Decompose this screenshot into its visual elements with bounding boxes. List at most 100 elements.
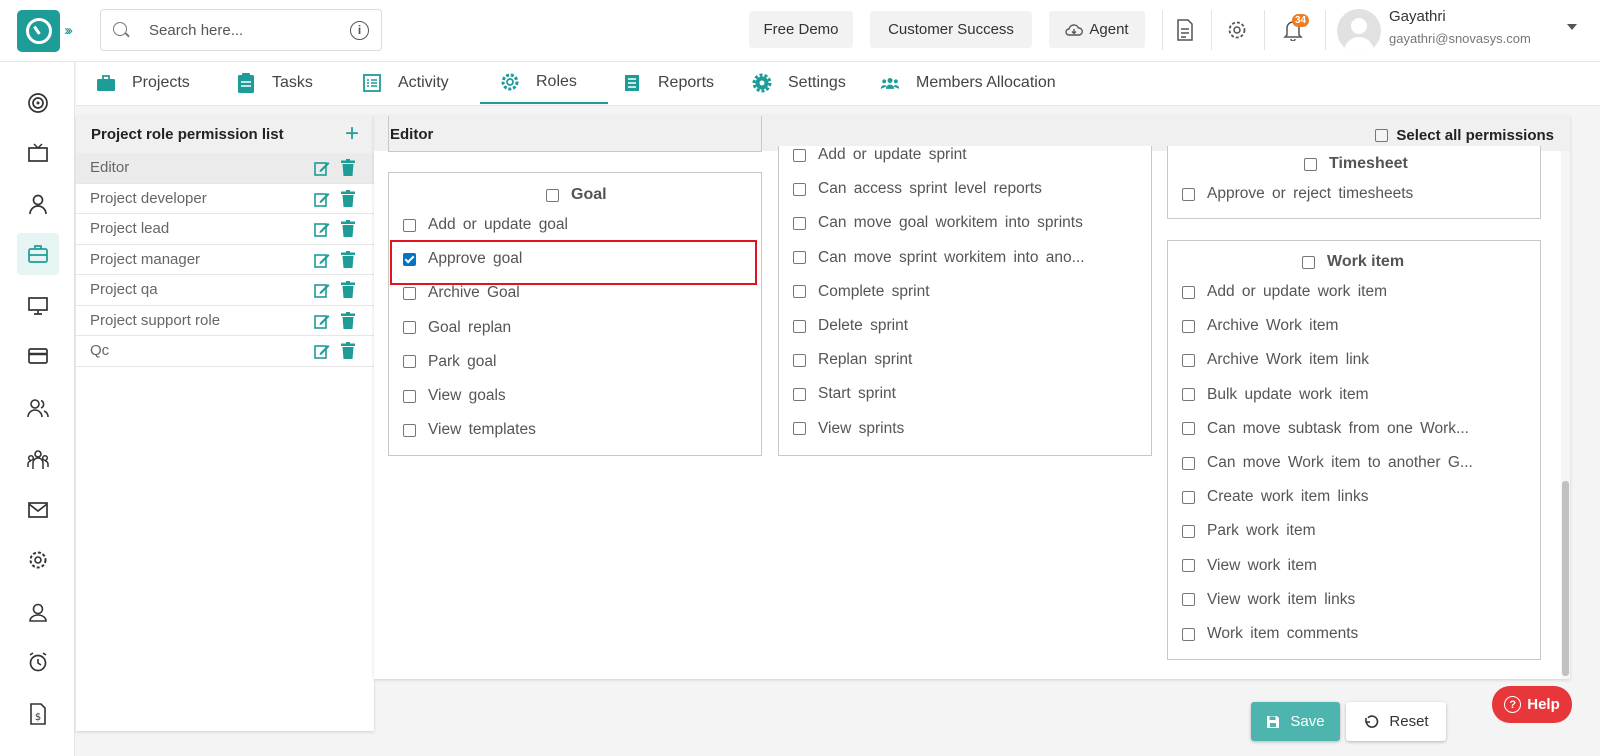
search-input[interactable]: [149, 20, 339, 40]
sidebar-item-user[interactable]: [17, 183, 59, 225]
edit-icon[interactable]: [314, 191, 330, 207]
permission-checkbox[interactable]: [403, 218, 416, 232]
permission-archive-work-item-link[interactable]: Archive Work item link: [1182, 351, 1369, 369]
tab-members-allocation[interactable]: Members Allocation: [880, 62, 1056, 104]
role-item-project-developer[interactable]: Project developer: [76, 184, 374, 214]
permission-checkbox[interactable]: [793, 387, 806, 401]
permission-can-access-sprint-level-reports[interactable]: Can access sprint level reports: [793, 180, 1042, 198]
avatar[interactable]: [1337, 9, 1381, 53]
permission-approve-or-reject-timesheets[interactable]: Approve or reject timesheets: [1182, 185, 1413, 203]
sidebar-item-settings[interactable]: [17, 539, 59, 581]
permission-can-move-sprint-workitem-into-ano[interactable]: Can move sprint workitem into ano...: [793, 249, 1085, 267]
permission-view-templates[interactable]: View templates: [403, 421, 536, 439]
tab-tasks[interactable]: Tasks: [236, 62, 313, 104]
permission-checkbox[interactable]: [1182, 422, 1195, 436]
edit-icon[interactable]: [314, 252, 330, 268]
permission-bulk-update-work-item[interactable]: Bulk update work item: [1182, 386, 1369, 404]
scrollbar[interactable]: [1561, 151, 1570, 679]
permission-checkbox[interactable]: [793, 422, 806, 436]
permission-work-item-comments[interactable]: Work item comments: [1182, 625, 1358, 643]
permission-view-goals[interactable]: View goals: [403, 387, 506, 405]
permission-checkbox[interactable]: [1182, 285, 1195, 299]
permission-checkbox[interactable]: [403, 389, 416, 403]
permission-add-or-update-sprint[interactable]: Add or update sprint: [793, 146, 967, 164]
trash-icon[interactable]: [341, 311, 355, 329]
timesheet-section-title[interactable]: Timesheet: [1304, 155, 1408, 173]
permission-can-move-work-item-to-another-g[interactable]: Can move Work item to another G...: [1182, 454, 1473, 472]
edit-icon[interactable]: [314, 160, 330, 176]
permission-add-or-update-work-item[interactable]: Add or update work item: [1182, 283, 1387, 301]
settings-gear-icon[interactable]: [1224, 17, 1250, 43]
permission-checkbox[interactable]: [793, 319, 806, 333]
select-all-permissions[interactable]: Select all permissions: [1375, 127, 1554, 144]
permission-checkbox[interactable]: [1182, 593, 1195, 607]
scroll-thumb[interactable]: [1562, 481, 1569, 676]
role-item-project-manager[interactable]: Project manager: [76, 245, 374, 275]
sidebar-item-alarm[interactable]: [17, 641, 59, 683]
document-icon[interactable]: [1172, 17, 1198, 43]
permission-checkbox[interactable]: [1182, 627, 1195, 641]
goal-section-title[interactable]: Goal: [546, 186, 607, 204]
sidebar-item-invoice[interactable]: $: [17, 693, 59, 735]
permission-goal-replan[interactable]: Goal replan: [403, 319, 511, 337]
add-role-button[interactable]: +: [345, 120, 359, 148]
permission-can-move-goal-workitem-into-sprints[interactable]: Can move goal workitem into sprints: [793, 214, 1083, 232]
edit-icon[interactable]: [314, 221, 330, 237]
permission-start-sprint[interactable]: Start sprint: [793, 385, 896, 403]
permission-checkbox[interactable]: [793, 353, 806, 367]
goal-section-checkbox[interactable]: [546, 188, 559, 202]
permission-checkbox[interactable]: [403, 286, 416, 300]
tab-reports[interactable]: Reports: [622, 62, 714, 104]
permission-delete-sprint[interactable]: Delete sprint: [793, 317, 908, 335]
permission-checkbox[interactable]: [1182, 319, 1195, 333]
info-icon[interactable]: i: [350, 21, 369, 40]
sidebar-item-monitor[interactable]: [17, 285, 59, 327]
permission-complete-sprint[interactable]: Complete sprint: [793, 283, 930, 301]
save-button[interactable]: Save: [1251, 702, 1340, 741]
permission-checkbox[interactable]: [793, 148, 806, 162]
permission-park-work-item[interactable]: Park work item: [1182, 522, 1316, 540]
expand-menu-icon[interactable]: ›››: [64, 22, 73, 39]
sidebar-item-tv[interactable]: [17, 132, 59, 174]
tab-activity[interactable]: Activity: [362, 62, 449, 104]
sidebar-item-mail[interactable]: [17, 489, 59, 531]
permission-park-goal[interactable]: Park goal: [403, 353, 496, 371]
sidebar-item-profile[interactable]: [17, 591, 59, 633]
sidebar-item-billing[interactable]: [17, 335, 59, 377]
role-item-project-lead[interactable]: Project lead: [76, 214, 374, 245]
permission-create-work-item-links[interactable]: Create work item links: [1182, 488, 1368, 506]
permission-archive-goal[interactable]: Archive Goal: [403, 284, 520, 302]
permission-view-work-item-links[interactable]: View work item links: [1182, 591, 1355, 609]
trash-icon[interactable]: [341, 159, 355, 176]
permission-can-move-subtask-from-one-work[interactable]: Can move subtask from one Work...: [1182, 420, 1469, 438]
role-item-project-qa[interactable]: Project qa: [76, 275, 374, 306]
timesheet-section-checkbox[interactable]: [1304, 157, 1317, 171]
permission-checkbox[interactable]: [403, 321, 416, 335]
permission-checkbox[interactable]: [1182, 353, 1195, 367]
permission-archive-work-item[interactable]: Archive Work item: [1182, 317, 1338, 335]
permission-checkbox[interactable]: [1182, 187, 1195, 201]
agent-button[interactable]: Agent: [1049, 11, 1145, 48]
sidebar-item-dashboard[interactable]: [17, 82, 59, 124]
permission-checkbox[interactable]: [403, 355, 416, 369]
permission-view-work-item[interactable]: View work item: [1182, 557, 1317, 575]
permission-checkbox[interactable]: [793, 285, 806, 299]
customer-success-button[interactable]: Customer Success: [870, 11, 1032, 48]
work-item-section-title[interactable]: Work item: [1302, 253, 1404, 271]
permission-checkbox[interactable]: [1182, 490, 1195, 504]
edit-icon[interactable]: [314, 282, 330, 298]
chevron-down-icon[interactable]: [1567, 24, 1577, 30]
select-all-checkbox[interactable]: [1375, 129, 1389, 142]
edit-icon[interactable]: [314, 313, 330, 329]
sidebar-item-org[interactable]: [17, 439, 59, 481]
permission-checkbox[interactable]: [793, 182, 806, 196]
role-item-qc[interactable]: Qc: [76, 336, 374, 367]
permission-checkbox[interactable]: [1182, 388, 1195, 402]
permission-view-sprints[interactable]: View sprints: [793, 420, 904, 438]
free-demo-button[interactable]: Free Demo: [749, 11, 853, 48]
work-item-section-checkbox[interactable]: [1302, 255, 1315, 269]
tab-projects[interactable]: Projects: [96, 62, 190, 104]
role-item-editor[interactable]: Editor: [76, 153, 374, 184]
permission-add-or-update-goal[interactable]: Add or update goal: [403, 216, 568, 234]
app-logo[interactable]: [17, 10, 60, 52]
